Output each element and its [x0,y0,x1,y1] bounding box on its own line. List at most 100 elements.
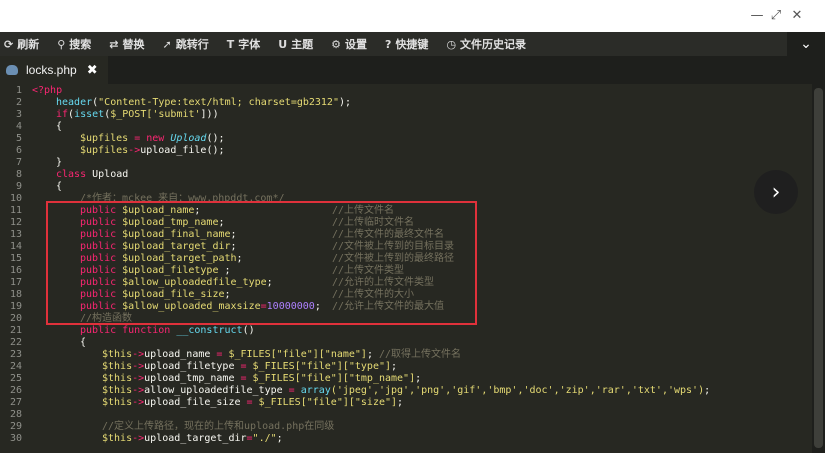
token: ; [314,301,321,312]
php-file-icon [6,65,18,75]
code-line: { [56,181,62,193]
minimize-icon[interactable]: — [749,8,765,24]
token: public [80,325,117,336]
token: ; [704,385,711,396]
replace-button[interactable]: ⇄ 替换 [101,32,154,56]
token: Upload [164,133,207,144]
token: //上传临时文件名 [332,217,415,228]
code-comment: //文件被上传到的最终路径 [332,253,454,265]
token: ; [194,205,201,216]
token: = [210,349,229,360]
line-number: 22 [9,337,22,348]
theme-button[interactable]: U 主题 [270,32,323,56]
line-number: 29 [9,421,22,432]
token: ["file"]["name"] [270,349,367,360]
font-button[interactable]: T 字体 [219,32,271,56]
code-line: $this->upload_name = $_FILES["file"]["na… [102,349,461,361]
search-button[interactable]: ⚲ 搜索 [49,32,101,56]
token: //定义上传路径，现在的上传和upload.php在同级 [102,421,335,432]
code-line: public $upload_filetype ; [80,265,231,277]
token: $this [102,433,133,444]
token: ; [236,253,243,264]
line-number: 14 [9,241,22,252]
tab-close-icon[interactable]: ✖ [87,63,98,78]
settings-button[interactable]: ⚙ 设置 [323,32,377,56]
code-comment: //允许的上传文件类型 [332,277,434,289]
token: ; [230,241,237,252]
token: $upload_file_size [116,289,225,300]
line-number: 23 [9,349,22,360]
goto-line-button[interactable]: ➚ 跳转行 [155,32,219,56]
code-line: public $upload_file_size; [80,289,231,301]
token: = [282,385,301,396]
maximize-icon[interactable]: ⤢ [768,8,784,24]
token: ; [266,277,273,288]
line-gutter: 1 2 3 4 5 6 7 8 9 10 11 12 13 14 15 16 1… [0,84,28,453]
gear-icon: ⚙ [331,37,342,51]
token: $this [102,349,133,360]
shortcuts-button[interactable]: ? 快捷键 [377,32,438,56]
token: $upfiles [80,133,129,144]
theme-icon: U [278,37,288,51]
code-comment: //上传文件的大小 [332,289,414,301]
line-number: 13 [9,229,22,240]
shortcuts-label: 快捷键 [395,39,429,51]
token: allow_uploadedfile_type [144,385,283,396]
token: public [80,229,117,240]
token: ["file"]["type"] [294,361,392,372]
tab-locks-php[interactable]: locks.php ✖ [0,56,108,84]
token: = [234,373,253,384]
token: $_FILES [252,373,295,384]
code-line: { [56,121,62,133]
token: ('jpeg','jpg','png','gif','bmp','doc','z… [330,385,705,396]
token: ; [415,373,422,384]
token: $allow_uploaded_maxsize [116,301,261,312]
collapse-button[interactable]: ⌄ [787,32,825,56]
token: public [80,205,117,216]
font-label: 字体 [238,39,261,51]
code-comment: //上传文件名 [332,205,394,217]
token: $upload_filetype [116,265,219,276]
close-icon[interactable]: ✕ [789,8,805,24]
token: "./" [252,433,277,444]
refresh-label: 刷新 [17,39,40,51]
vertical-scrollbar[interactable] [812,84,825,453]
tab-label: locks.php [26,63,77,77]
token: { [80,337,87,348]
token: ['submit' [146,109,201,120]
code-line: $this->upload_filetype = $_FILES["file"]… [102,361,397,373]
token: upload_tmp_name [144,373,235,384]
next-button[interactable]: › [754,170,798,214]
line-number: 24 [9,361,22,372]
file-history-button[interactable]: ◷ 文件历史记录 [438,32,536,56]
token: $_FILES [258,397,301,408]
code-line: <?php [32,85,62,97]
token: -> [132,349,145,360]
line-number: 3 [15,109,22,120]
token: ; [391,361,398,372]
token: ["file"]["tmp_name"] [294,373,416,384]
line-number: 27 [9,397,22,408]
refresh-button[interactable]: ⟳ 刷新 [0,32,49,56]
scrollbar-thumb[interactable] [814,88,823,448]
token: ])) [200,109,219,120]
token: $upload_target_path [116,253,237,264]
code-comment: //允许上传文件的最大值 [332,301,444,313]
token: = [128,133,147,144]
token: -> [132,361,145,372]
token: new [146,133,165,144]
code-editor[interactable]: 1 2 3 4 5 6 7 8 9 10 11 12 13 14 15 16 1… [0,84,812,453]
code-area[interactable]: <?php header("Content-Type:text/html; ch… [32,84,802,453]
line-number: 19 [9,301,22,312]
code-comment: //上传文件类型 [332,265,404,277]
line-number: 9 [15,181,22,192]
token: //上传文件类型 [332,265,405,276]
token: ; [224,289,231,300]
code-line: /*作者：mckee 来自：www.phpddt.com*/ [80,193,285,205]
help-icon: ? [385,37,392,51]
toolbar: ⟳ 刷新 ⚲ 搜索 ⇄ 替换 ➚ 跳转行 T 字体 U 主题 ⚙ 设置 ? 快捷键 ◷ 文件历史记… [0,32,825,56]
code-comment: //上传临时文件名 [332,217,414,229]
token: ; [276,433,283,444]
token: public [80,265,117,276]
token: /*作者：mckee 来自：www.phpddt.com*/ [80,193,285,204]
